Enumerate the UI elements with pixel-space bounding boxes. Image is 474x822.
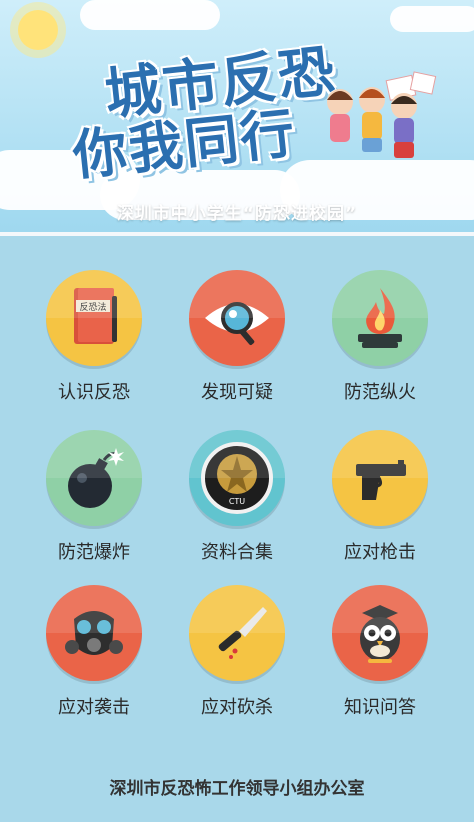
knife-icon bbox=[218, 607, 267, 659]
book-icon: 反恐法 bbox=[74, 288, 117, 344]
menu-item-label: 资料合集 bbox=[201, 542, 273, 563]
sun-icon bbox=[18, 10, 58, 50]
menu-item-circle bbox=[46, 430, 142, 526]
emblem-icon: CTU bbox=[201, 442, 273, 514]
menu-item-prevent-explosion[interactable]: 防范爆炸 bbox=[24, 430, 164, 564]
cloud-decoration bbox=[390, 6, 474, 32]
menu-item-label: 应对砍杀 bbox=[201, 697, 273, 718]
menu-item-label: 知识问答 bbox=[344, 697, 416, 718]
menu-item-handle-shooting[interactable]: 应对枪击 bbox=[310, 430, 450, 564]
menu-item-circle bbox=[189, 270, 285, 366]
bomb-icon bbox=[68, 448, 124, 508]
subtitle-bar: 深圳市中小学生“防恐进校园” bbox=[0, 190, 474, 232]
owl-icon bbox=[360, 605, 400, 663]
menu-item-circle: 反恐法 bbox=[46, 270, 142, 366]
menu-item-circle bbox=[332, 430, 428, 526]
gun-icon bbox=[356, 460, 406, 500]
footer-organization: 深圳市反恐怖工作领导小组办公室 bbox=[109, 779, 365, 799]
page: 城市反恐 你我同行 深圳市中小学生“防恐进校园” 反恐法 认识反恐 发现可疑 防… bbox=[0, 0, 474, 822]
menu-item-knowledge-quiz[interactable]: 知识问答 bbox=[310, 585, 450, 719]
eye-icon bbox=[205, 302, 269, 346]
menu-item-resources[interactable]: CTU 资料合集 bbox=[167, 430, 307, 564]
menu-item-circle bbox=[46, 585, 142, 681]
menu-item-label: 防范纵火 bbox=[344, 382, 416, 403]
menu-item-label: 应对枪击 bbox=[344, 542, 416, 563]
fire-icon bbox=[358, 288, 402, 348]
banner-subtitle: 深圳市中小学生“防恐进校园” bbox=[116, 203, 358, 224]
header-banner: 城市反恐 你我同行 深圳市中小学生“防恐进校园” bbox=[0, 0, 474, 232]
menu-item-discover-suspicious[interactable]: 发现可疑 bbox=[167, 270, 307, 404]
menu-item-prevent-arson[interactable]: 防范纵火 bbox=[310, 270, 450, 404]
cloud-decoration bbox=[80, 0, 220, 30]
menu-item-label: 应对袭击 bbox=[58, 697, 130, 718]
menu-item-circle bbox=[189, 585, 285, 681]
menu-item-circle bbox=[332, 270, 428, 366]
gas-mask-icon bbox=[65, 611, 123, 655]
menu-item-label: 发现可疑 bbox=[201, 382, 273, 403]
menu-item-handle-stabbing[interactable]: 应对砍杀 bbox=[167, 585, 307, 719]
menu-item-know-terrorism[interactable]: 反恐法 认识反恐 bbox=[24, 270, 164, 404]
menu-item-handle-attack[interactable]: 应对袭击 bbox=[24, 585, 164, 719]
book-cover-label: 反恐法 bbox=[79, 301, 106, 313]
divider bbox=[0, 232, 474, 236]
menu-item-label: 防范爆炸 bbox=[58, 542, 130, 563]
menu-item-label: 认识反恐 bbox=[58, 382, 130, 403]
children-illustration bbox=[300, 70, 450, 170]
menu-item-circle bbox=[332, 585, 428, 681]
emblem-text: CTU bbox=[229, 497, 245, 506]
menu-item-circle: CTU bbox=[189, 430, 285, 526]
